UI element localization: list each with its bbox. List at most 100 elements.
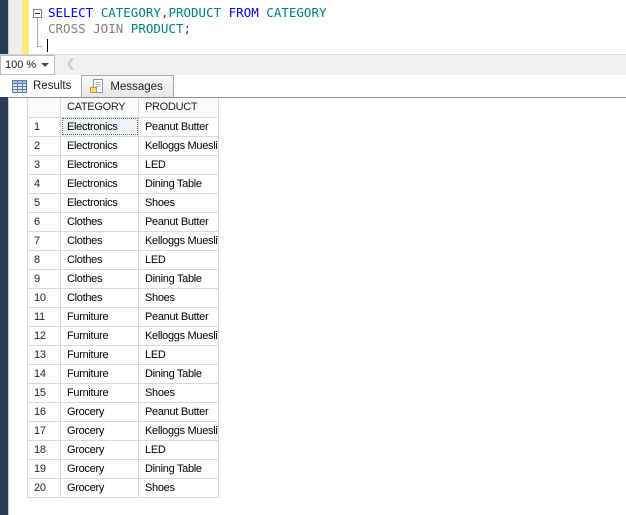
grid-cell[interactable]: Grocery xyxy=(60,477,139,498)
code-token: ; xyxy=(183,21,192,36)
grid-cell[interactable]: Shoes xyxy=(138,192,219,213)
grid-cell[interactable]: Peanut Butter xyxy=(138,401,219,422)
sql-editor[interactable]: SELECT CATEGORY,PRODUCT FROM CATEGORY CRO… xyxy=(9,0,626,54)
grid-cell[interactable]: Electronics xyxy=(60,173,139,194)
row-number-cell[interactable]: 20 xyxy=(27,477,61,498)
collapse-minus-icon[interactable] xyxy=(33,9,42,18)
table-row: 1 Electronics Peanut Butter xyxy=(27,116,219,137)
sql-code: SELECT CATEGORY,PRODUCT FROM CATEGORY CRO… xyxy=(48,5,327,37)
row-number-cell[interactable]: 11 xyxy=(27,306,61,327)
grid-cell[interactable]: Furniture xyxy=(60,325,139,346)
grid-cell[interactable]: Furniture xyxy=(60,306,139,327)
grid-cell[interactable]: Dining Table xyxy=(138,458,219,479)
row-number-cell[interactable]: 13 xyxy=(27,344,61,365)
row-number-cell[interactable]: 3 xyxy=(27,154,61,175)
grid-cell[interactable]: Kelloggs Muesli xyxy=(138,230,219,251)
grid-cell[interactable]: Kelloggs Muesli xyxy=(138,325,219,346)
grid-cell[interactable]: Grocery xyxy=(60,458,139,479)
grid-cell[interactable]: Shoes xyxy=(138,382,219,403)
tab-messages[interactable]: Messages xyxy=(81,75,174,97)
grid-cell[interactable]: Peanut Butter xyxy=(138,116,219,137)
grid-cell[interactable]: Electronics xyxy=(60,116,139,137)
zoom-dropdown[interactable]: 100 % xyxy=(0,55,55,75)
row-number-cell[interactable]: 19 xyxy=(27,458,61,479)
table-row: 9 Clothes Dining Table xyxy=(27,268,219,289)
grid-cell[interactable]: Kelloggs Muesli xyxy=(138,135,219,156)
grid-cell[interactable]: Electronics xyxy=(60,192,139,213)
table-row: 17 Grocery Kelloggs Muesli xyxy=(27,420,219,441)
row-number-cell[interactable]: 6 xyxy=(27,211,61,232)
table-row: 3 Electronics LED xyxy=(27,154,219,175)
grid-cell[interactable]: LED xyxy=(138,344,219,365)
row-number-cell[interactable]: 7 xyxy=(27,230,61,251)
grid-cell[interactable]: Clothes xyxy=(60,211,139,232)
grid-cell[interactable]: Clothes xyxy=(60,287,139,308)
header-row: CATEGORY PRODUCT xyxy=(27,98,219,118)
grid-cell[interactable]: Grocery xyxy=(60,401,139,422)
collapse-region-line xyxy=(37,18,38,47)
grid-cell[interactable]: Shoes xyxy=(138,287,219,308)
scroll-left-icon[interactable]: ❮ xyxy=(66,57,75,70)
grid-cell[interactable]: Furniture xyxy=(60,363,139,384)
code-token: CATEGORY xyxy=(100,5,161,20)
grid-cell[interactable]: LED xyxy=(138,154,219,175)
row-number-cell[interactable]: 8 xyxy=(27,249,61,270)
table-row: 11 Furniture Peanut Butter xyxy=(27,306,219,327)
table-row: 7 Clothes Kelloggs Muesli xyxy=(27,230,219,251)
code-token: SELECT xyxy=(48,5,94,20)
grid-cell[interactable]: Electronics xyxy=(60,135,139,156)
query-results-window: SELECT CATEGORY,PRODUCT FROM CATEGORY CRO… xyxy=(0,0,626,515)
grid-cell[interactable]: Clothes xyxy=(60,249,139,270)
row-number-cell[interactable]: 14 xyxy=(27,363,61,384)
tab-results[interactable]: Results xyxy=(5,75,82,97)
column-header-product[interactable]: PRODUCT xyxy=(138,98,219,118)
grid-cell[interactable]: Peanut Butter xyxy=(138,306,219,327)
row-number-cell[interactable]: 5 xyxy=(27,192,61,213)
zoom-value: 100 % xyxy=(5,59,37,71)
row-number-cell[interactable]: 12 xyxy=(27,325,61,346)
results-grid[interactable]: CATEGORY PRODUCT 1 Electronics Peanut Butter… xyxy=(27,98,219,498)
code-line: SELECT CATEGORY,PRODUCT FROM CATEGORY xyxy=(48,5,327,21)
grid-cell[interactable]: Furniture xyxy=(60,382,139,403)
table-row: 12 Furniture Kelloggs Muesli xyxy=(27,325,219,346)
tab-messages-label: Messages xyxy=(110,80,163,93)
grid-cell[interactable]: Kelloggs Muesli xyxy=(138,420,219,441)
grid-cell[interactable]: Clothes xyxy=(60,268,139,289)
table-row: 20 Grocery Shoes xyxy=(27,477,219,498)
grid-cell[interactable]: Electronics xyxy=(60,154,139,175)
text-caret xyxy=(47,39,48,52)
grid-cell[interactable]: Grocery xyxy=(60,420,139,441)
grid-cell[interactable]: LED xyxy=(138,249,219,270)
grid-cell[interactable]: Dining Table xyxy=(138,268,219,289)
results-grid-icon xyxy=(12,79,28,94)
grid-cell[interactable]: LED xyxy=(138,439,219,460)
row-number-cell[interactable]: 10 xyxy=(27,287,61,308)
grid-cell[interactable]: Dining Table xyxy=(138,173,219,194)
row-number-cell[interactable]: 4 xyxy=(27,173,61,194)
grid-cell[interactable]: Dining Table xyxy=(138,363,219,384)
table-row: 8 Clothes LED xyxy=(27,249,219,270)
table-row: 15 Furniture Shoes xyxy=(27,382,219,403)
grid-cell[interactable]: Grocery xyxy=(60,439,139,460)
row-number-cell[interactable]: 2 xyxy=(27,135,61,156)
row-number-cell[interactable]: 18 xyxy=(27,439,61,460)
row-number-cell[interactable]: 1 xyxy=(27,116,61,137)
code-token: CROSS JOIN xyxy=(48,21,124,36)
grid-cell[interactable]: Clothes xyxy=(60,230,139,251)
grid-cell[interactable]: Shoes xyxy=(138,477,219,498)
row-number-cell[interactable]: 15 xyxy=(27,382,61,403)
row-number-cell[interactable]: 17 xyxy=(27,420,61,441)
grid-corner-cell[interactable] xyxy=(27,98,61,118)
table-row: 16 Grocery Peanut Butter xyxy=(27,401,219,422)
row-number-cell[interactable]: 9 xyxy=(27,268,61,289)
horizontal-scrollbar[interactable]: ❮ xyxy=(56,55,626,75)
table-row: 2 Electronics Kelloggs Muesli xyxy=(27,135,219,156)
grid-cell[interactable]: Furniture xyxy=(60,344,139,365)
row-number-cell[interactable]: 16 xyxy=(27,401,61,422)
column-header-category[interactable]: CATEGORY xyxy=(60,98,139,118)
grid-cell[interactable]: Peanut Butter xyxy=(138,211,219,232)
table-row: 5 Electronics Shoes xyxy=(27,192,219,213)
